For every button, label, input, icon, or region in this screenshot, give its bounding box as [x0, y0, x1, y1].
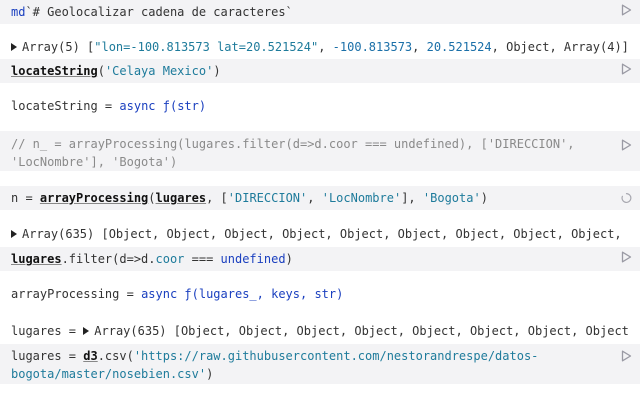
- expand-caret-icon[interactable]: [11, 43, 17, 51]
- array-prefix: Array(5) [: [22, 40, 95, 54]
- md-cell[interactable]: md`# Geolocalizar cadena de caracteres`: [0, 0, 640, 24]
- equals: =: [119, 287, 142, 301]
- play-icon[interactable]: [621, 4, 632, 16]
- paren: ): [285, 252, 293, 266]
- param: d=>d.: [119, 252, 156, 266]
- expand-caret-icon[interactable]: [11, 230, 17, 238]
- paren: ): [206, 367, 214, 381]
- paren: (: [148, 191, 156, 205]
- equals: =: [97, 99, 120, 113]
- paren: ): [213, 64, 221, 78]
- string-arg: 'Celaya Mexico': [104, 64, 214, 78]
- play-icon[interactable]: [621, 350, 632, 362]
- fn-signature: ƒ(str): [155, 99, 207, 113]
- array-sep: ,: [412, 40, 427, 54]
- array-summary: Array(635) [Object, Object, Object, Obje…: [94, 324, 629, 338]
- array-summary: Array(635) [Object, Object, Object, Obje…: [22, 227, 629, 241]
- expand-caret-icon[interactable]: [83, 327, 90, 335]
- arg-var: lugares: [155, 191, 207, 205]
- lib-name: d3: [83, 349, 98, 363]
- filter-cell[interactable]: lugares.filter(d=>d.coor === undefined): [0, 247, 640, 271]
- paren: ): [480, 191, 488, 205]
- async-keyword: async: [119, 99, 156, 113]
- string-arg: 'Bogota': [422, 191, 481, 205]
- array-suffix: , Object, Array(4)]: [491, 40, 629, 54]
- undefined-keyword: undefined: [220, 252, 286, 266]
- equals: =: [61, 324, 84, 338]
- var-ref: lugares: [11, 252, 62, 266]
- array-output[interactable]: Array(5) ["lon=-100.813573 lat=20.521524…: [0, 38, 640, 58]
- n-cell[interactable]: n = arrayProcessing(lugares, ['DIRECCION…: [0, 186, 640, 210]
- method: .csv(: [97, 349, 134, 363]
- array-item: 20.521524: [426, 40, 492, 54]
- locate-call-cell[interactable]: locateString('Celaya Mexico'): [0, 59, 640, 83]
- fn-signature: ƒ(lugares_, keys, str): [177, 287, 344, 301]
- comment-cell[interactable]: // n_ = arrayProcessing(lugares.filter(d…: [0, 131, 640, 171]
- array-sep: ,: [318, 40, 333, 54]
- method: .filter(: [61, 252, 120, 266]
- fn-name: arrayProcessing: [39, 191, 149, 205]
- array-item: -100.813573: [332, 40, 413, 54]
- op: ===: [184, 252, 221, 266]
- prop: coor: [155, 252, 185, 266]
- lhs: n =: [11, 191, 40, 205]
- async-keyword: async: [141, 287, 178, 301]
- punct: ,: [307, 191, 322, 205]
- play-icon[interactable]: [621, 251, 632, 263]
- var-name: arrayProcessing: [11, 287, 120, 301]
- play-icon[interactable]: [621, 139, 632, 151]
- fn-name: locateString: [11, 64, 98, 78]
- play-icon[interactable]: [621, 63, 632, 75]
- filter-output[interactable]: Array(635) [Object, Object, Object, Obje…: [0, 225, 640, 245]
- spinner-icon: [621, 193, 632, 203]
- lugares-cell[interactable]: lugares = d3.csv('https://raw.githubuser…: [0, 344, 640, 384]
- var-name: locateString: [11, 99, 98, 113]
- punct: , [: [206, 191, 228, 205]
- md-tag: md: [11, 5, 26, 19]
- paren: (: [97, 64, 105, 78]
- comment-text: // n_ = arrayProcessing(lugares.filter(d…: [11, 137, 582, 169]
- lugares-output[interactable]: lugares = Array(635) [Object, Object, Ob…: [0, 322, 640, 342]
- locate-def-output: locateString = async ƒ(str): [0, 97, 640, 117]
- string-arg: 'DIRECCION': [227, 191, 308, 205]
- punct: ],: [401, 191, 423, 205]
- array-item: "lon=-100.813573 lat=20.521524": [94, 40, 319, 54]
- processing-output: arrayProcessing = async ƒ(lugares_, keys…: [0, 285, 640, 305]
- string-arg: 'LocNombre': [321, 191, 402, 205]
- md-text: `# Geolocalizar cadena de caracteres`: [25, 5, 293, 19]
- lugares-code: lugares = d3.csv('https://raw.githubuser…: [11, 347, 608, 383]
- var-name: lugares: [11, 324, 62, 338]
- lhs: lugares =: [11, 349, 84, 363]
